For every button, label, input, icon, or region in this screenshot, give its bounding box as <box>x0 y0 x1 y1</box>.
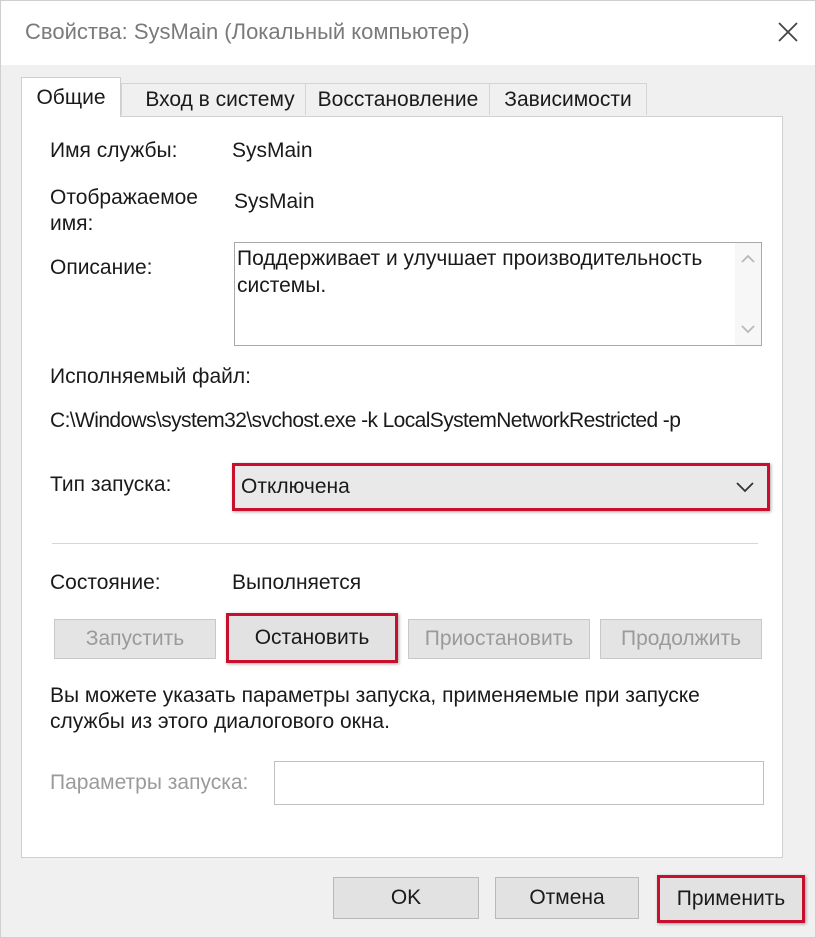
cancel-button[interactable]: Отмена <box>495 877 639 919</box>
ok-button[interactable]: OK <box>333 877 479 919</box>
start-button[interactable]: Запустить <box>54 619 216 659</box>
description-text: Поддерживает и улучшает производительнос… <box>237 247 703 297</box>
startup-params-input[interactable] <box>274 761 764 805</box>
executable-path: C:\Windows\system32\svchost.exe -k Local… <box>50 409 681 432</box>
service-name-value: SysMain <box>232 139 313 162</box>
tab-dependencies[interactable]: Зависимости <box>489 83 647 115</box>
general-tab-panel: Имя службы: SysMain Отображаемое имя: Sy… <box>21 116 783 858</box>
scroll-down-icon[interactable] <box>740 323 756 335</box>
display-name-label: Отображаемое имя: <box>50 186 198 235</box>
description-scrollbar[interactable] <box>735 243 761 345</box>
startup-type-label: Тип запуска: <box>50 473 172 496</box>
status-label: Состояние: <box>50 571 161 594</box>
status-value: Выполняется <box>232 571 362 594</box>
chevron-down-icon <box>736 482 754 493</box>
dialog-footer: OK Отмена Применить <box>1 858 815 937</box>
startup-params-hint: Вы можете указать параметры запуска, при… <box>50 684 700 733</box>
separator <box>52 543 758 544</box>
window-title: Свойства: SysMain (Локальный компьютер) <box>25 19 470 44</box>
apply-button[interactable]: Применить <box>657 875 805 923</box>
stop-button[interactable]: Остановить <box>226 613 398 663</box>
pause-button[interactable]: Приостановить <box>408 619 590 659</box>
startup-type-value: Отключена <box>241 475 350 498</box>
close-button[interactable] <box>769 13 807 51</box>
service-properties-dialog: Свойства: SysMain (Локальный компьютер) … <box>0 0 816 938</box>
tab-recovery[interactable]: Восстановление <box>305 83 491 115</box>
title-bar: Свойства: SysMain (Локальный компьютер) <box>1 1 815 65</box>
display-name-value[interactable]: SysMain <box>234 190 315 214</box>
tab-logon[interactable]: Вход в систему <box>121 83 319 115</box>
tab-general[interactable]: Общие <box>21 77 121 117</box>
resume-button[interactable]: Продолжить <box>600 619 762 659</box>
service-name-label: Имя службы: <box>50 139 178 162</box>
description-label: Описание: <box>50 256 153 279</box>
startup-params-label: Параметры запуска: <box>50 771 249 794</box>
executable-label: Исполняемый файл: <box>50 365 251 388</box>
description-box[interactable]: Поддерживает и улучшает производительнос… <box>234 242 762 346</box>
scroll-up-icon[interactable] <box>740 253 756 265</box>
startup-type-select[interactable]: Отключена <box>232 463 770 511</box>
close-icon <box>778 22 798 42</box>
